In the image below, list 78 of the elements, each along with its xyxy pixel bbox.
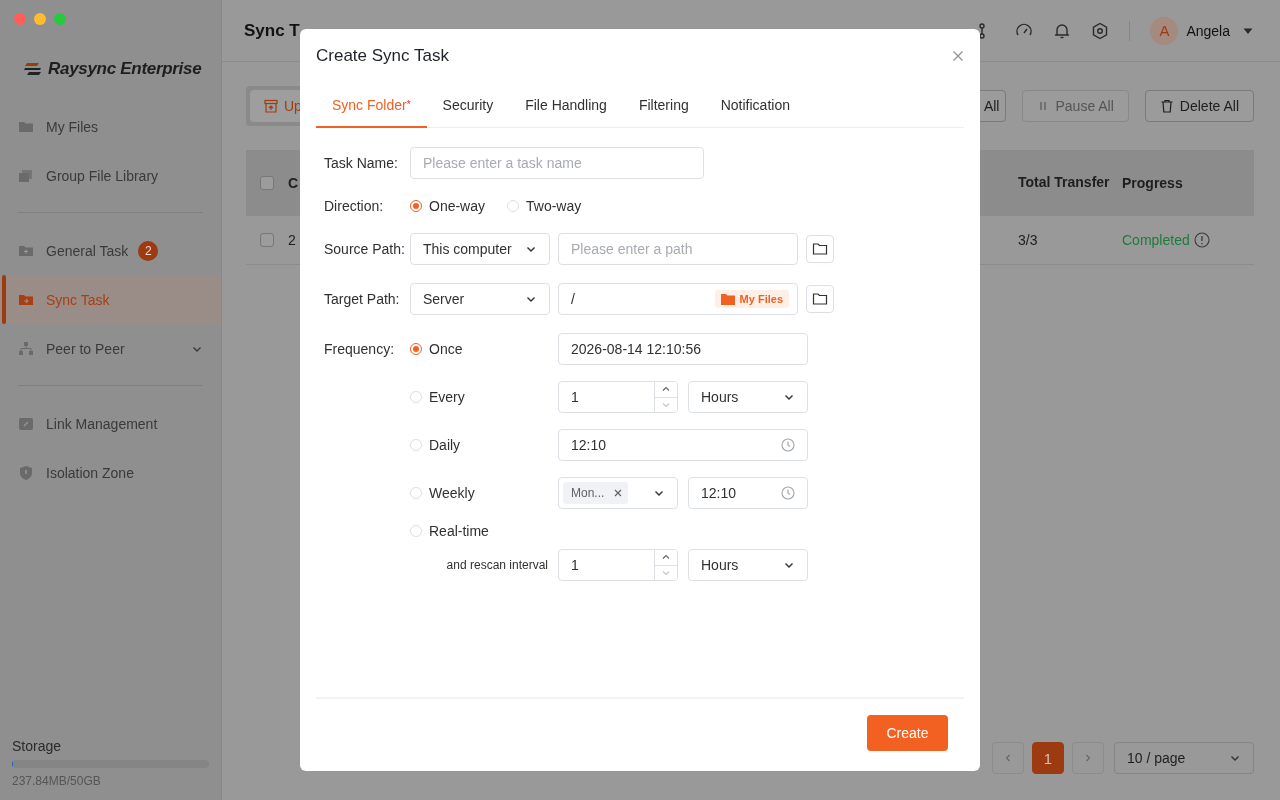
table-cell-text: 2 xyxy=(288,232,297,248)
shield-icon xyxy=(18,464,34,481)
tab[interactable]: Notification xyxy=(704,83,806,128)
weekday-tag: Mon... xyxy=(563,482,629,504)
number-field[interactable]: 1 xyxy=(558,549,678,581)
logo-icon xyxy=(24,61,42,77)
peer-icon xyxy=(18,340,34,357)
library-icon xyxy=(18,167,34,184)
tab[interactable]: Filtering xyxy=(622,83,705,128)
browse-folder-button[interactable] xyxy=(806,285,834,313)
clock-icon xyxy=(781,438,795,452)
weekday-select[interactable]: Mon... xyxy=(558,477,678,509)
field-label: Source Path: xyxy=(324,241,402,257)
radio-option[interactable]: Daily xyxy=(410,437,461,453)
tab[interactable]: File Handling xyxy=(509,83,623,128)
sidebar-item[interactable]: Isolation Zone xyxy=(0,448,221,497)
radio-option[interactable]: Weekly xyxy=(410,485,475,501)
link-icon xyxy=(18,415,34,432)
close-icon[interactable] xyxy=(614,489,623,497)
path-field[interactable]: / My Files xyxy=(558,283,798,315)
info-icon[interactable] xyxy=(1193,232,1210,248)
clock-icon xyxy=(781,486,795,500)
count-badge: 2 xyxy=(138,240,159,261)
chevron-left-icon xyxy=(1003,753,1013,763)
radio-option[interactable]: One-way xyxy=(410,198,486,214)
storage-usage: 237.84MB/50GB xyxy=(12,774,102,788)
close-icon[interactable] xyxy=(952,50,964,62)
row-checkbox[interactable] xyxy=(260,233,274,247)
column-header: Total Transfer xyxy=(1018,173,1111,192)
radio-option[interactable]: Real-time xyxy=(410,523,489,539)
rescan-label: and rescan interval xyxy=(445,558,548,572)
page-button[interactable]: 1 xyxy=(1032,742,1064,774)
radio-option[interactable]: Once xyxy=(410,341,463,357)
browse-folder-button[interactable] xyxy=(806,235,834,263)
radio-option[interactable]: Two-way xyxy=(507,198,582,214)
number-field[interactable]: 1 xyxy=(558,381,678,413)
upload-box-icon xyxy=(264,99,278,113)
tab[interactable]: Security xyxy=(426,83,510,128)
table-cell-text: 3/3 xyxy=(1018,230,1039,250)
user-name[interactable]: Angela xyxy=(1186,22,1230,39)
field-label: Target Path: xyxy=(324,291,401,307)
path-field[interactable]: Please enter a path xyxy=(558,233,798,265)
sidebar-item[interactable]: Link Management xyxy=(0,399,221,448)
folder-icon xyxy=(812,292,828,306)
notification-bell-icon[interactable] xyxy=(1053,21,1072,40)
app-logo: Raysync Enterprise xyxy=(48,59,202,79)
trash-icon xyxy=(1159,99,1174,113)
time-field[interactable]: 12:10 xyxy=(558,429,808,461)
sidebar-item[interactable]: My Files xyxy=(0,102,221,151)
dropdown-select[interactable]: Hours xyxy=(688,549,808,581)
dialog-title: Create Sync Task xyxy=(316,46,449,66)
storage-label: Storage xyxy=(12,738,63,754)
select-all-checkbox[interactable] xyxy=(260,175,274,190)
time-field[interactable]: 12:10 xyxy=(688,477,808,509)
sidebar-item[interactable]: General Task 2 xyxy=(0,226,221,275)
sidebar-item[interactable]: Peer to Peer xyxy=(0,324,221,373)
sidebar-item[interactable]: Group File Library xyxy=(0,151,221,200)
page-title: Sync T xyxy=(244,20,300,41)
toolbar-button[interactable]: Delete All xyxy=(1144,90,1254,122)
field-label: Direction: xyxy=(324,198,385,214)
status-text: Completed xyxy=(1122,232,1190,248)
folder-tag: My Files xyxy=(714,290,789,308)
column-header: C xyxy=(288,174,300,191)
datetime-field[interactable]: 2026-08-14 12:10:56 xyxy=(558,333,808,365)
chevron-right-icon xyxy=(1083,753,1093,763)
settings-icon[interactable] xyxy=(1091,21,1110,40)
field-label: Frequency: xyxy=(324,340,396,359)
dropdown-select[interactable]: Hours xyxy=(688,381,808,413)
task-name-field[interactable]: Please enter a task name xyxy=(410,147,704,179)
page-size-select[interactable]: 10 / page xyxy=(1114,742,1254,774)
dropdown-select[interactable]: Server xyxy=(410,283,550,315)
dropdown-select[interactable]: This computer xyxy=(410,233,550,265)
field-label: Task Name: xyxy=(324,155,399,171)
radio-option[interactable]: Every xyxy=(410,389,465,405)
folder-icon xyxy=(720,293,735,305)
minimize-window-button[interactable] xyxy=(34,13,46,25)
column-header: Progress xyxy=(1122,174,1184,191)
folder-icon xyxy=(812,242,828,256)
